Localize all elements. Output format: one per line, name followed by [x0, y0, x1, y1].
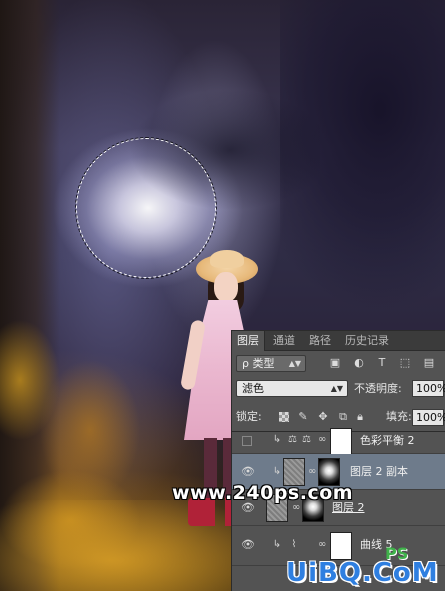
clip-arrow-icon: ↳ [272, 466, 282, 477]
type-filter-icon[interactable]: T [375, 356, 389, 370]
elliptical-selection-marquee[interactable] [75, 137, 217, 279]
blend-row: 滤色 ▲▼ 不透明度: 100% [236, 379, 445, 399]
panel-tab-bar: 图层 通道 路径 历史记录 [232, 331, 445, 351]
chevron-updown-icon: ▲▼ [330, 384, 343, 393]
clip-arrow-icon: ↳ [272, 539, 282, 550]
blend-mode-value: 滤色 [242, 382, 264, 395]
brand-watermark: UiBQ.CoM PS [280, 544, 445, 591]
tab-history[interactable]: 历史记录 [340, 331, 394, 351]
tab-channels[interactable]: 通道 [268, 331, 300, 351]
girl-face [214, 272, 238, 302]
link-chain-icon: ∞ [318, 539, 327, 550]
brand-watermark-ps: PS [385, 544, 409, 563]
site-watermark: www.240ps.com [172, 482, 354, 504]
link-chain-icon: ∞ [308, 466, 317, 477]
eye-icon[interactable]: 👁︎ [241, 465, 255, 479]
curves-adjustment-icon: ⌇ [291, 539, 297, 550]
adjustment-balance-icon: ⚖ [288, 434, 297, 445]
brand-watermark-text: UiBQ.CoM [286, 558, 439, 588]
layer-filter-row: ρ 类型 ▲▼ ▣ ◐ T ⬚ ▤ [236, 355, 442, 373]
adjustment-filter-icon[interactable]: ◐ [352, 356, 366, 370]
visibility-toggle[interactable] [242, 436, 252, 446]
smart-object-filter-icon[interactable]: ▤ [422, 356, 436, 370]
filter-kind-select[interactable]: ρ 类型 ▲▼ [236, 355, 306, 372]
shape-filter-icon[interactable]: ⬚ [398, 356, 412, 370]
sun-hat-crown [210, 250, 244, 268]
layer-name[interactable]: 色彩平衡 2 [360, 434, 415, 448]
layers-panel: 图层 通道 路径 历史记录 ρ 类型 ▲▼ ▣ ◐ T ⬚ ▤ 滤色 ▲▼ 不透… [231, 330, 445, 591]
chevron-updown-icon: ▲▼ [288, 359, 301, 368]
tab-layers[interactable]: 图层 [232, 331, 265, 351]
layer-mask-thumbnail[interactable] [330, 428, 352, 456]
clip-arrow-icon: ↳ [272, 434, 282, 445]
blend-mode-select[interactable]: 滤色 ▲▼ [236, 380, 348, 397]
opacity-label: 不透明度: [354, 382, 402, 395]
image-filter-icon[interactable]: ▣ [328, 356, 342, 370]
eye-icon[interactable]: 👁︎ [241, 538, 255, 552]
layer-name[interactable]: 图层 2 副本 [350, 465, 408, 479]
tab-paths[interactable]: 路径 [304, 331, 336, 351]
layer-row-color-balance[interactable]: ↳ ⚖ ⚖ ∞ 色彩平衡 2 [232, 418, 445, 456]
filter-kind-label: ρ 类型 [242, 357, 275, 370]
opacity-field[interactable]: 100% [412, 380, 445, 397]
link-chain-icon: ∞ [318, 434, 327, 445]
scale-icon: ⚖ [302, 434, 311, 445]
